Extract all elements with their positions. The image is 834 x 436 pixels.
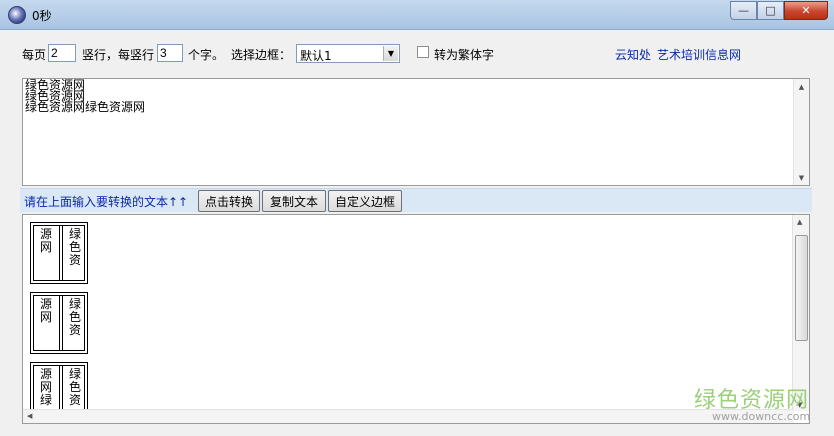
page-left-column: 源 网 <box>39 227 52 254</box>
page-left-column: 源 网 <box>39 297 52 324</box>
chevron-down-icon[interactable]: ▼ <box>383 46 398 61</box>
title-bar: 0秒 — □ ✕ <box>0 0 834 30</box>
traditional-checkbox[interactable] <box>417 46 429 58</box>
scroll-up-icon[interactable]: ▲ <box>794 79 809 94</box>
page-right-column: 绿 色 资 <box>68 297 81 337</box>
per-row-input[interactable] <box>157 44 183 62</box>
border-selected-value: 默认1 <box>300 49 332 63</box>
scrollbar-thumb[interactable] <box>795 235 808 341</box>
page-left-column: 源 网 绿 <box>39 367 52 407</box>
page-divider <box>62 225 63 281</box>
window-controls: — □ ✕ <box>730 1 828 21</box>
link-yunzhichu[interactable]: 云知处 <box>615 46 651 63</box>
input-hint: 请在上面输入要转换的文本↑↑ <box>24 195 189 209</box>
page-divider <box>59 295 60 351</box>
input-scrollbar[interactable]: ▲ ▼ <box>793 79 809 185</box>
copy-text-button[interactable]: 复制文本 <box>262 190 326 212</box>
output-page: 源 网 绿 色 资 <box>30 222 88 284</box>
close-button[interactable]: ✕ <box>784 1 828 20</box>
app-icon <box>8 6 26 24</box>
page-divider <box>62 295 63 351</box>
page-right-column: 绿 色 资 <box>68 367 81 407</box>
page-right-column: 绿 色 资 <box>68 227 81 267</box>
input-textarea[interactable]: 绿色资源网 绿色资源网 绿色资源网绿色资源网 ▲ ▼ <box>22 78 810 186</box>
input-text: 绿色资源网 绿色资源网 绿色资源网绿色资源网 <box>25 79 146 114</box>
output-page: 源 网 绿 色 资 <box>30 292 88 354</box>
per-page-label: 每页 <box>22 48 47 62</box>
window-title: 0秒 <box>32 9 52 23</box>
scroll-down-icon[interactable]: ▼ <box>794 170 809 185</box>
minimize-button[interactable]: — <box>730 1 757 20</box>
border-label: 选择边框： <box>231 48 292 62</box>
maximize-button[interactable]: □ <box>757 1 784 20</box>
output-preview[interactable]: 源 网 绿 色 资 源 网 绿 色 资 源 网 绿 绿 色 资 ▲ ▼ ◀ <box>22 214 810 424</box>
border-select[interactable]: 默认1 ▼ <box>296 44 400 63</box>
scroll-left-icon[interactable]: ◀ <box>27 412 32 420</box>
convert-button[interactable]: 点击转换 <box>198 190 260 212</box>
status-strip <box>0 426 834 436</box>
input-line: 绿色资源网绿色资源网 <box>25 100 146 114</box>
per-page-input[interactable] <box>48 44 76 62</box>
custom-border-button[interactable]: 自定义边框 <box>328 190 402 212</box>
output-horizontal-scrollbar[interactable]: ◀ <box>23 409 794 423</box>
traditional-label: 转为繁体字 <box>434 48 495 62</box>
scroll-up-icon[interactable]: ▲ <box>797 218 802 226</box>
rows-label: 竖行，每竖行 <box>82 48 155 62</box>
watermark-url: www.downcc.com <box>712 410 811 423</box>
page-divider <box>59 225 60 281</box>
chars-label: 个字。 <box>188 48 225 62</box>
link-art-training[interactable]: 艺术培训信息网 <box>657 46 741 63</box>
